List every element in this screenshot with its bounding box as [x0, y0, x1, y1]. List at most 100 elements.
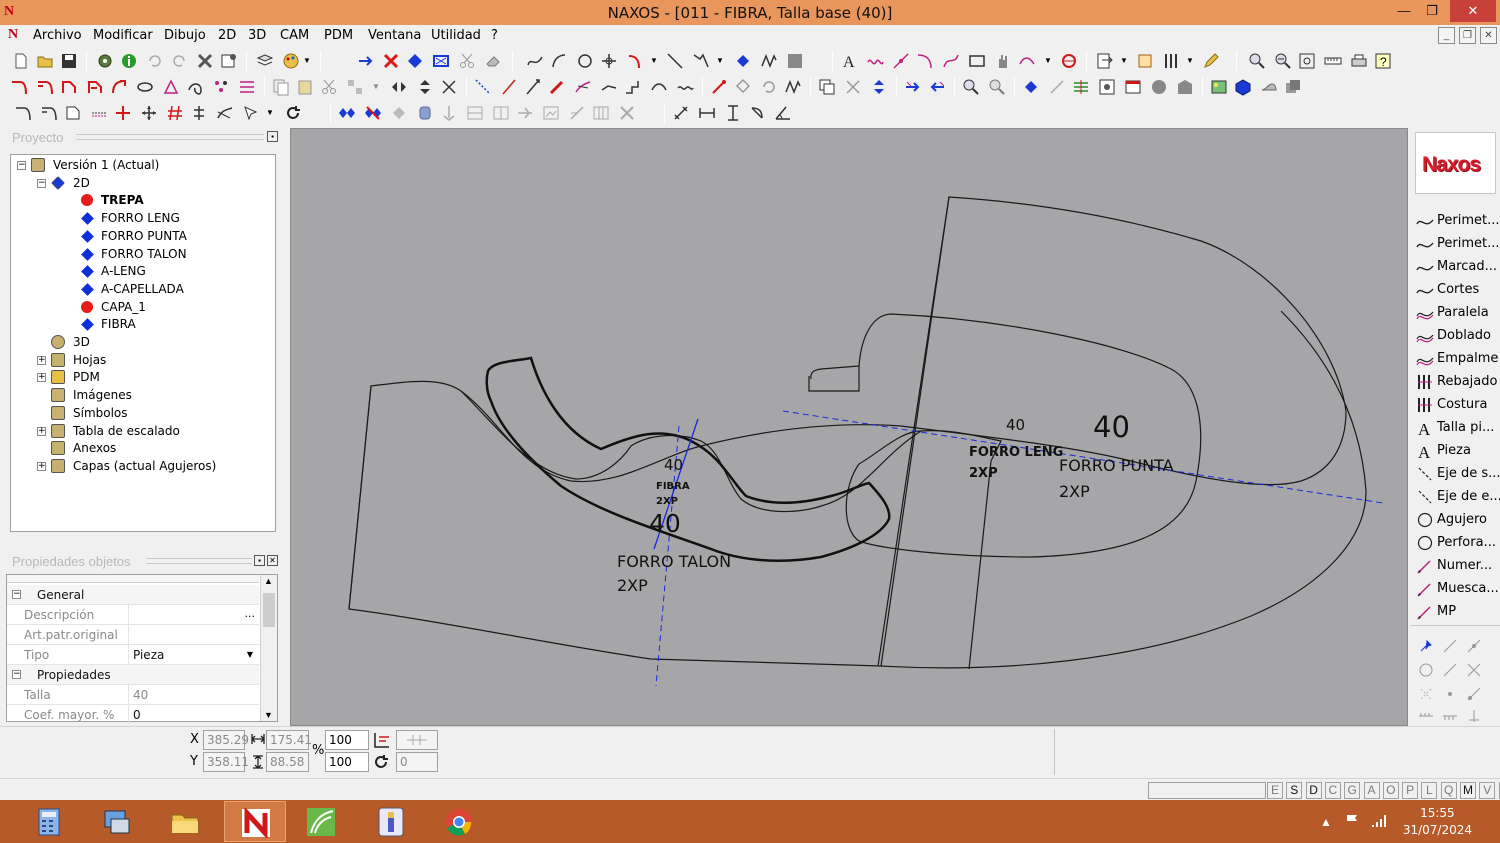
close-button[interactable]: ✕	[1450, 0, 1496, 22]
polyline-icon[interactable]	[692, 52, 710, 70]
chevron-down-icon[interactable]: ▼	[247, 650, 253, 659]
cut-icon[interactable]	[320, 78, 338, 96]
diamonds-icon[interactable]	[338, 104, 356, 122]
anchor-icon[interactable]	[440, 104, 458, 122]
status-flag-p[interactable]: P	[1402, 782, 1419, 799]
pencil-icon[interactable]	[1202, 52, 1220, 70]
red-pen-icon[interactable]	[548, 78, 566, 96]
image-gray-icon[interactable]	[542, 104, 560, 122]
crosshair-icon[interactable]	[600, 52, 618, 70]
properties-icon[interactable]	[220, 52, 238, 70]
blob-icon[interactable]	[1150, 78, 1168, 96]
tree-item-anexos[interactable]: Anexos	[11, 440, 271, 457]
diamond-gray-icon[interactable]	[390, 104, 408, 122]
panel-grip[interactable]	[76, 134, 264, 140]
panel-grip[interactable]	[146, 558, 252, 564]
spline-icon[interactable]	[526, 52, 544, 70]
status-flag-s[interactable]: S	[1286, 782, 1303, 799]
up-down-arrows-icon[interactable]	[870, 78, 888, 96]
scale-lock-icon[interactable]	[372, 731, 392, 749]
tree-item-capas-actual-agujeros-[interactable]: + Capas (actual Agujeros)	[11, 458, 271, 475]
pattern-drawing[interactable]: 40 FIBRA 2XP 40 FORRO TALON 2XP 40 FORRO…	[291, 129, 1409, 727]
zoom-window-icon[interactable]	[1248, 52, 1266, 70]
move-icon[interactable]	[356, 52, 374, 70]
column-gray-icon[interactable]	[592, 104, 610, 122]
tool-empalme[interactable]: Empalme	[1416, 348, 1498, 370]
disabled-line-icon[interactable]	[1048, 78, 1066, 96]
hand-icon[interactable]	[994, 52, 1012, 70]
zigzag-icon[interactable]	[760, 52, 778, 70]
dimension-v-icon[interactable]	[724, 104, 742, 122]
curl-icon[interactable]	[186, 78, 204, 96]
export-icon[interactable]	[1096, 52, 1114, 70]
shoe-icon[interactable]	[1260, 78, 1278, 96]
pink-curve-icon[interactable]	[942, 52, 960, 70]
tool-cortes[interactable]: Cortes	[1416, 279, 1498, 301]
dropdown-arrow-icon[interactable]: ▼	[650, 56, 658, 65]
red-cross-icon[interactable]	[114, 104, 132, 122]
circle-tool-icon[interactable]	[576, 52, 594, 70]
join-gray-icon[interactable]	[516, 104, 534, 122]
cursor-icon[interactable]	[242, 104, 260, 122]
corner-2-icon[interactable]	[40, 104, 58, 122]
tool-doblado[interactable]: Doblado	[1416, 325, 1498, 347]
node-icon[interactable]	[734, 52, 752, 70]
ruler-icon[interactable]	[1324, 52, 1342, 70]
image-icon[interactable]	[1210, 78, 1228, 96]
table-lines-icon[interactable]	[238, 78, 256, 96]
join-icon[interactable]	[600, 78, 618, 96]
dropdown-arrow-icon[interactable]: ▼	[266, 108, 274, 117]
angle-field[interactable]: 0	[396, 752, 438, 772]
ellipse-icon[interactable]	[136, 78, 154, 96]
color-palette-icon[interactable]	[282, 52, 300, 70]
menu-dibujo[interactable]: Dibujo	[164, 28, 206, 43]
menu-pdm[interactable]: PDM	[324, 28, 353, 43]
collapse-icon[interactable]: −	[17, 161, 26, 170]
menu-modificar[interactable]: Modificar	[93, 28, 153, 43]
cylinder-icon[interactable]	[416, 104, 434, 122]
align-icon[interactable]	[190, 104, 208, 122]
tool-perimet[interactable]: Perimet...	[1416, 210, 1500, 232]
target-icon[interactable]	[1060, 52, 1078, 70]
stitch-icon[interactable]	[1162, 52, 1180, 70]
expand-icon[interactable]: +	[37, 373, 46, 383]
section-general[interactable]: − General	[7, 585, 259, 605]
tool-muesca[interactable]: Muesca...	[1416, 578, 1499, 600]
red-line-icon[interactable]	[500, 78, 518, 96]
menu-3d[interactable]: 3D	[248, 28, 266, 43]
doc-minimize-button[interactable]: _	[1438, 27, 1455, 44]
menu-ventana[interactable]: Ventana	[368, 28, 421, 43]
wave-icon[interactable]	[866, 52, 884, 70]
prop-tipo[interactable]: Tipo Pieza ▼	[7, 645, 259, 665]
naxos-app[interactable]	[224, 801, 286, 842]
distribute-button[interactable]	[396, 730, 438, 750]
triangle-icon[interactable]	[162, 78, 180, 96]
status-flag-o[interactable]: O	[1382, 782, 1399, 799]
angle-icon[interactable]	[774, 104, 792, 122]
panel-pin-icon[interactable]: ▪	[254, 555, 265, 566]
status-flag-g[interactable]: G	[1344, 782, 1361, 799]
expand-icon[interactable]: +	[37, 355, 46, 365]
panel-close-icon[interactable]: ✕	[267, 555, 278, 566]
dots-icon[interactable]	[212, 78, 230, 96]
scale-x-field[interactable]: 100	[325, 730, 369, 750]
redo-icon[interactable]	[170, 52, 188, 70]
info-app[interactable]	[360, 801, 422, 842]
print-icon[interactable]	[1350, 52, 1368, 70]
arrow-merge-icon[interactable]	[904, 78, 922, 96]
tree-item-forro-leng[interactable]: FORRO LENG	[11, 210, 271, 227]
loop-icon[interactable]	[650, 78, 668, 96]
eraser-icon[interactable]	[484, 52, 502, 70]
arc-icon[interactable]	[550, 52, 568, 70]
tree-item-versi-n-1-actual-[interactable]: − Versión 1 (Actual)	[11, 157, 271, 174]
scissors-icon[interactable]	[458, 52, 476, 70]
dashed-icon[interactable]	[90, 104, 108, 122]
zoom-out-icon[interactable]	[1274, 52, 1292, 70]
new-file-icon[interactable]	[12, 52, 30, 70]
mirror-v-icon[interactable]	[416, 78, 434, 96]
radius-icon[interactable]	[748, 104, 766, 122]
tree-item-capa-1[interactable]: CAPA_1	[11, 299, 271, 316]
tool-costura[interactable]: Costura	[1416, 394, 1498, 416]
comb-small-icon[interactable]	[1442, 708, 1458, 724]
menu-2d[interactable]: 2D	[218, 28, 236, 43]
